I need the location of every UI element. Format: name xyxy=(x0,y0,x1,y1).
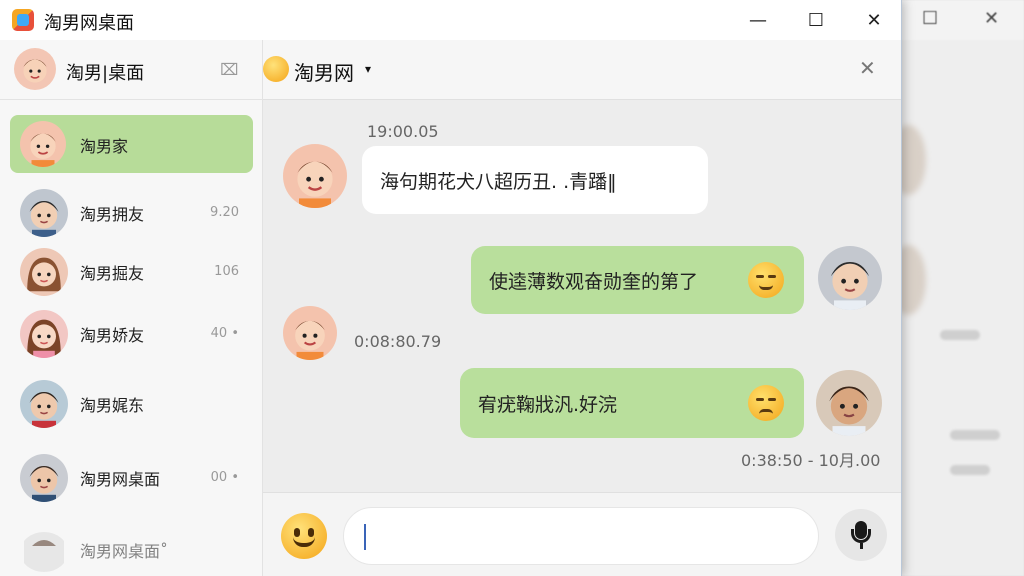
message-input[interactable] xyxy=(343,507,819,565)
contact-name: 淘男拥友 xyxy=(80,205,145,224)
contact-item[interactable]: 淘男网桌面 00 • xyxy=(10,448,253,506)
app-logo-icon xyxy=(12,9,34,31)
message-timestamp: 0:38:50 - 10月.00 xyxy=(741,451,881,470)
message-timestamp: 0:08:80.79 xyxy=(354,332,442,351)
contact-avatar xyxy=(20,121,66,167)
sender-avatar[interactable] xyxy=(283,306,337,360)
my-message-avatar[interactable] xyxy=(818,246,882,310)
contact-meta: 00 • xyxy=(210,470,239,485)
contact-name: 淘男娇友 xyxy=(80,326,145,345)
contact-name: 淘男网桌面˚ xyxy=(80,542,169,561)
outgoing-message-bubble[interactable]: 使逵薄数观奋勋奎的第了 xyxy=(471,246,804,314)
sidebar-account-name: 淘男|桌面 xyxy=(66,63,145,84)
contact-item[interactable]: 淘男娓东 xyxy=(10,374,253,432)
incoming-message-bubble[interactable]: 海句期花犬八超历丑. .青蹯‖ xyxy=(362,146,708,214)
message-composer xyxy=(263,492,901,576)
close-chat-icon[interactable]: ✕ xyxy=(859,56,876,80)
message-text: 使逵薄数观奋勋奎的第了 xyxy=(489,270,699,293)
chat-header: 淘男网 ▾ ✕ xyxy=(263,40,901,100)
contact-avatar xyxy=(20,310,68,358)
contact-meta: 9.20 xyxy=(210,205,239,220)
background-maximize-button[interactable]: ☐ xyxy=(922,8,938,29)
maximize-button[interactable]: ☐ xyxy=(788,0,844,40)
sidebar-header: 淘男|桌面 ⌧ xyxy=(0,40,263,100)
contact-avatar xyxy=(20,532,68,572)
text-cursor xyxy=(364,524,366,550)
contact-item[interactable]: 淘男拥友 9.20 xyxy=(10,183,253,241)
message-timestamp: 19:00.05 xyxy=(367,122,439,141)
contact-avatar xyxy=(20,454,68,502)
close-button[interactable]: ✕ xyxy=(846,0,901,40)
contact-item[interactable]: 淘男娇友 40 • xyxy=(10,304,253,362)
contact-meta: 106 xyxy=(214,264,239,279)
chevron-down-icon[interactable]: ▾ xyxy=(365,62,371,76)
minimize-button[interactable]: — xyxy=(730,0,786,40)
my-message-avatar[interactable] xyxy=(816,370,882,436)
outgoing-message-bubble[interactable]: 宥疣鞠戕汎.好浣 xyxy=(460,368,804,438)
contact-avatar xyxy=(20,189,68,237)
contact-avatar xyxy=(20,248,68,296)
contact-name: 淘男掘友 xyxy=(80,264,145,283)
background-text xyxy=(950,465,990,475)
grinning-emoji-icon xyxy=(748,262,784,298)
contact-name: 淘男网桌面 xyxy=(80,470,161,489)
contact-name: 淘男娓东 xyxy=(80,396,145,415)
contact-item[interactable]: 淘男网桌面˚ xyxy=(10,520,253,572)
sender-avatar[interactable] xyxy=(283,144,347,208)
background-text xyxy=(940,330,980,340)
contact-sidebar: 淘男|桌面 ⌧ 淘男家 淘男拥友 9.20 淘男掘友 106 淘男娇友 40 •… xyxy=(0,40,263,576)
message-text: 宥疣鞠戕汎.好浣 xyxy=(478,393,618,416)
message-text: 海句期花犬八超历丑. .青蹯‖ xyxy=(380,170,617,193)
chat-pane: 淘男网 ▾ ✕ 19:00.05 海句期花犬八超历丑. .青蹯‖ 使逵薄数观奋勋… xyxy=(263,40,901,576)
title-bar: 淘男网桌面 — ☐ ✕ xyxy=(0,0,901,40)
contact-meta: 40 • xyxy=(210,326,239,341)
microphone-icon[interactable] xyxy=(835,509,887,561)
my-avatar[interactable] xyxy=(14,48,56,90)
contact-item[interactable]: 淘男家 xyxy=(10,115,253,173)
pin-icon[interactable]: ⌧ xyxy=(220,60,238,79)
contact-avatar xyxy=(20,380,68,428)
emoji-picker-icon[interactable] xyxy=(281,513,327,559)
window-title: 淘男网桌面 xyxy=(44,13,134,34)
sad-emoji-icon xyxy=(748,385,784,421)
background-text xyxy=(950,430,1000,440)
chat-window: 淘男网桌面 — ☐ ✕ 淘男|桌面 ⌧ 淘男家 淘男拥友 9.20 淘男掘友 1… xyxy=(0,0,902,576)
contact-item[interactable]: 淘男掘友 106 xyxy=(10,242,253,300)
chat-title[interactable]: 淘男网 xyxy=(294,57,354,86)
contact-name: 淘男家 xyxy=(80,137,129,156)
background-close-button[interactable]: ✕ xyxy=(984,8,999,29)
group-emoji-icon xyxy=(263,56,289,82)
